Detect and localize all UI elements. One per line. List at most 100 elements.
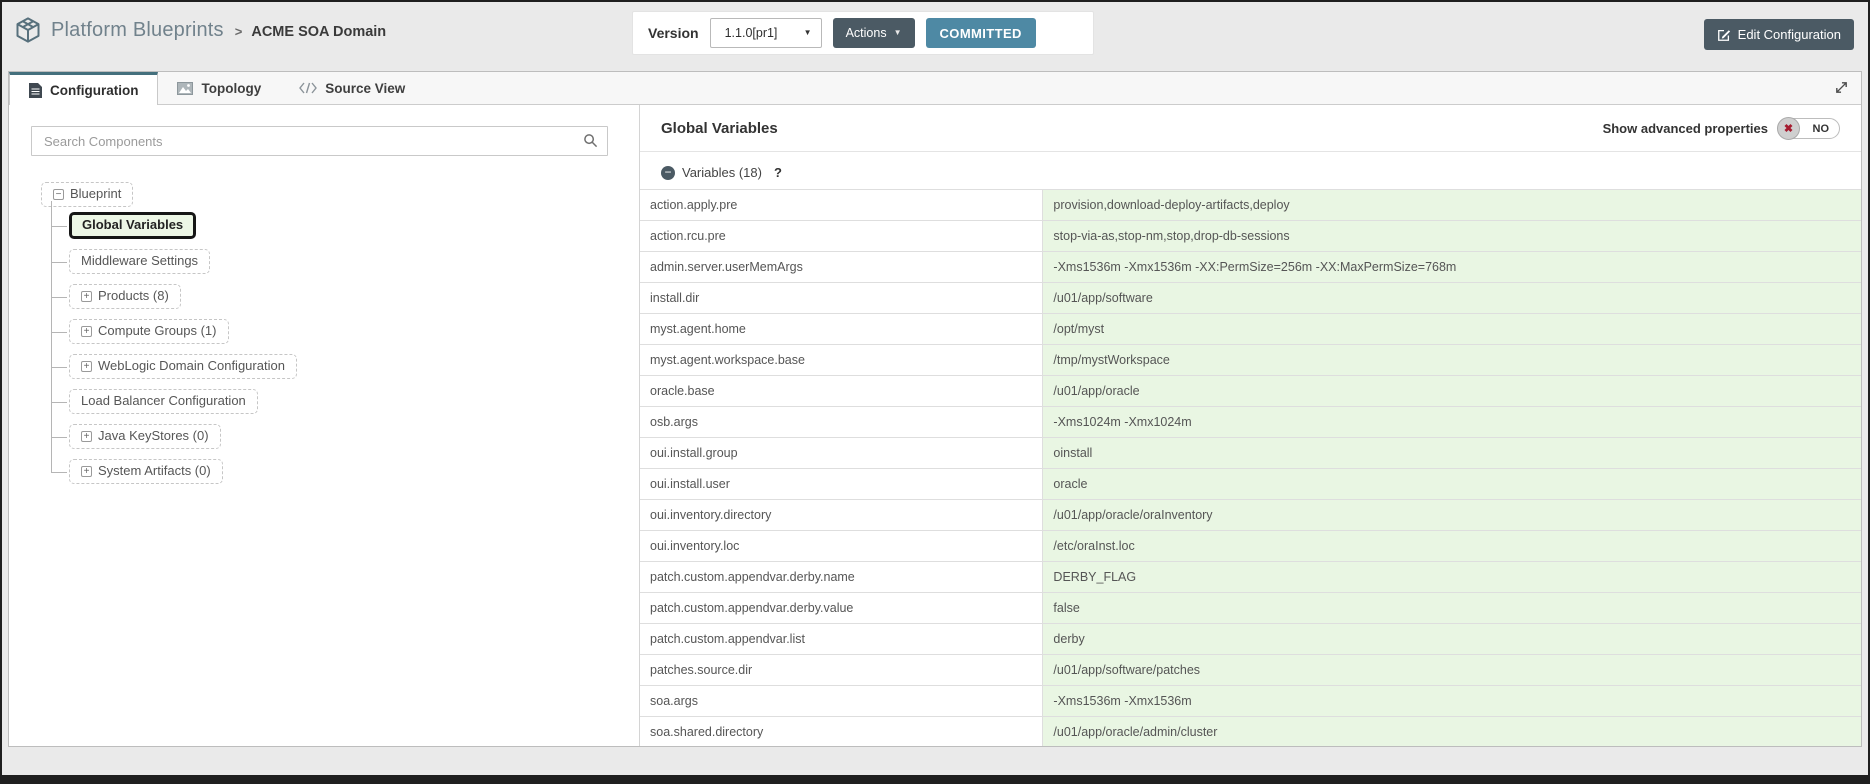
expand-toggle-icon[interactable]: + bbox=[81, 466, 92, 477]
variable-key: patch.custom.appendvar.list bbox=[640, 624, 1043, 655]
tree-item-java-keystores-0[interactable]: + Java KeyStores (0) bbox=[69, 424, 221, 449]
details-header: Global Variables Show advanced propertie… bbox=[640, 105, 1861, 152]
image-icon bbox=[177, 82, 193, 95]
variable-row[interactable]: soa.shared.directory /u01/app/oracle/adm… bbox=[640, 717, 1861, 747]
variable-row[interactable]: action.rcu.pre stop-via-as,stop-nm,stop,… bbox=[640, 221, 1861, 252]
variable-key: patches.source.dir bbox=[640, 655, 1043, 686]
tree-item: Middleware Settings bbox=[51, 244, 617, 279]
variable-row[interactable]: install.dir /u01/app/software bbox=[640, 283, 1861, 314]
tree-item: + Products (8) bbox=[51, 279, 617, 314]
tree-item-products-8[interactable]: + Products (8) bbox=[69, 284, 181, 309]
variable-value: -Xms1536m -Xmx1536m -XX:PermSize=256m -X… bbox=[1043, 252, 1861, 283]
tree-item-load-balancer-configuration[interactable]: Load Balancer Configuration bbox=[69, 389, 258, 414]
variable-value: oracle bbox=[1043, 469, 1861, 500]
variable-row[interactable]: patch.custom.appendvar.derby.name DERBY_… bbox=[640, 562, 1861, 593]
version-label: Version bbox=[648, 25, 699, 41]
tree-item: + Java KeyStores (0) bbox=[51, 419, 617, 454]
tree-item-weblogic-domain-configuration[interactable]: + WebLogic Domain Configuration bbox=[69, 354, 297, 379]
variable-row[interactable]: oui.inventory.loc /etc/oraInst.loc bbox=[640, 531, 1861, 562]
brand: Platform Blueprints > ACME SOA Domain bbox=[14, 16, 386, 44]
variable-value: /u01/app/oracle bbox=[1043, 376, 1861, 407]
variable-row[interactable]: action.apply.pre provision,download-depl… bbox=[640, 190, 1861, 221]
page-title: Platform Blueprints bbox=[51, 19, 224, 42]
variables-table-wrap: action.apply.pre provision,download-depl… bbox=[640, 189, 1861, 746]
search-icon bbox=[583, 133, 598, 148]
help-icon[interactable]: ? bbox=[774, 165, 782, 180]
variable-row[interactable]: oracle.base /u01/app/oracle bbox=[640, 376, 1861, 407]
search-input[interactable] bbox=[31, 126, 608, 156]
advanced-properties-control: Show advanced properties ✖ NO bbox=[1603, 118, 1840, 139]
content-area: − Blueprint Global Variables Middleware … bbox=[9, 105, 1861, 746]
tree-item-compute-groups-1[interactable]: + Compute Groups (1) bbox=[69, 319, 229, 344]
status-badge: COMMITTED bbox=[926, 18, 1036, 48]
variable-value: -Xms1536m -Xmx1536m bbox=[1043, 686, 1861, 717]
variable-row[interactable]: soa.args -Xms1536m -Xmx1536m bbox=[640, 686, 1861, 717]
variable-key: oui.inventory.directory bbox=[640, 500, 1043, 531]
version-select[interactable]: 1.1.0[pr1] ▼ bbox=[710, 18, 822, 48]
variable-value: oinstall bbox=[1043, 438, 1861, 469]
tab-source-view[interactable]: Source View bbox=[280, 72, 424, 104]
variable-row[interactable]: myst.agent.workspace.base /tmp/mystWorks… bbox=[640, 345, 1861, 376]
variable-row[interactable]: oui.inventory.directory /u01/app/oracle/… bbox=[640, 500, 1861, 531]
variable-value: /u01/app/oracle/oraInventory bbox=[1043, 500, 1861, 531]
tree-item-system-artifacts-0[interactable]: + System Artifacts (0) bbox=[69, 459, 223, 484]
version-toolbar: Version 1.1.0[pr1] ▼ Actions ▼ COMMITTED bbox=[632, 11, 1094, 55]
variable-value: /u01/app/oracle/admin/cluster bbox=[1043, 717, 1861, 747]
tab-topology[interactable]: Topology bbox=[158, 72, 280, 104]
tree-item-global-variables[interactable]: Global Variables bbox=[69, 212, 196, 239]
variable-key: oracle.base bbox=[640, 376, 1043, 407]
variable-value: false bbox=[1043, 593, 1861, 624]
variables-section-header[interactable]: − Variables (18) ? bbox=[640, 152, 1861, 189]
tree-item: + System Artifacts (0) bbox=[51, 454, 617, 489]
variable-row[interactable]: myst.agent.home /opt/myst bbox=[640, 314, 1861, 345]
tree-children: Global Variables Middleware Settings + P… bbox=[41, 207, 617, 489]
collapse-section-icon[interactable]: − bbox=[661, 166, 675, 180]
variable-key: soa.shared.directory bbox=[640, 717, 1043, 747]
variable-key: action.apply.pre bbox=[640, 190, 1043, 221]
variable-key: install.dir bbox=[640, 283, 1043, 314]
tree-item: + Compute Groups (1) bbox=[51, 314, 617, 349]
search-box bbox=[31, 126, 608, 156]
advanced-properties-toggle[interactable]: ✖ NO bbox=[1778, 118, 1840, 139]
chevron-down-icon: ▼ bbox=[804, 29, 812, 37]
variable-key: patch.custom.appendvar.derby.value bbox=[640, 593, 1043, 624]
variable-row[interactable]: osb.args -Xms1024m -Xmx1024m bbox=[640, 407, 1861, 438]
variable-value: stop-via-as,stop-nm,stop,drop-db-session… bbox=[1043, 221, 1861, 252]
code-icon bbox=[299, 82, 317, 94]
tab-strip: Configuration Topology S bbox=[9, 72, 1861, 105]
variable-row[interactable]: admin.server.userMemArgs -Xms1536m -Xmx1… bbox=[640, 252, 1861, 283]
version-value: 1.1.0[pr1] bbox=[725, 26, 778, 40]
variable-value: provision,download-deploy-artifacts,depl… bbox=[1043, 190, 1861, 221]
tree-item: Global Variables bbox=[51, 207, 617, 244]
variable-key: soa.args bbox=[640, 686, 1043, 717]
variable-row[interactable]: patch.custom.appendvar.derby.value false bbox=[640, 593, 1861, 624]
variable-row[interactable]: oui.install.user oracle bbox=[640, 469, 1861, 500]
variable-row[interactable]: patch.custom.appendvar.list derby bbox=[640, 624, 1861, 655]
variable-value: derby bbox=[1043, 624, 1861, 655]
expand-toggle-icon[interactable]: + bbox=[81, 326, 92, 337]
variable-value: /tmp/mystWorkspace bbox=[1043, 345, 1861, 376]
breadcrumb: ACME SOA Domain bbox=[251, 24, 386, 40]
fullscreen-expand-icon[interactable] bbox=[1834, 80, 1849, 95]
variable-key: oui.inventory.loc bbox=[640, 531, 1043, 562]
details-title: Global Variables bbox=[661, 120, 778, 137]
collapse-toggle-icon[interactable]: − bbox=[53, 189, 64, 200]
edit-configuration-button[interactable]: Edit Configuration bbox=[1704, 19, 1854, 50]
variable-key: patch.custom.appendvar.derby.name bbox=[640, 562, 1043, 593]
tree-item-middleware-settings[interactable]: Middleware Settings bbox=[69, 249, 210, 274]
expand-toggle-icon[interactable]: + bbox=[81, 291, 92, 302]
variable-key: osb.args bbox=[640, 407, 1043, 438]
actions-button[interactable]: Actions ▼ bbox=[833, 18, 915, 48]
tab-configuration[interactable]: Configuration bbox=[9, 72, 158, 105]
variable-row[interactable]: oui.install.group oinstall bbox=[640, 438, 1861, 469]
expand-toggle-icon[interactable]: + bbox=[81, 361, 92, 372]
variables-section-label: Variables (18) bbox=[682, 165, 762, 180]
variable-key: oui.install.group bbox=[640, 438, 1043, 469]
top-bar: Platform Blueprints > ACME SOA Domain Ve… bbox=[2, 2, 1868, 66]
variable-key: action.rcu.pre bbox=[640, 221, 1043, 252]
document-icon bbox=[29, 83, 42, 98]
variable-value: /opt/myst bbox=[1043, 314, 1861, 345]
expand-toggle-icon[interactable]: + bbox=[81, 431, 92, 442]
component-tree: − Blueprint Global Variables Middleware … bbox=[41, 182, 617, 489]
variable-row[interactable]: patches.source.dir /u01/app/software/pat… bbox=[640, 655, 1861, 686]
